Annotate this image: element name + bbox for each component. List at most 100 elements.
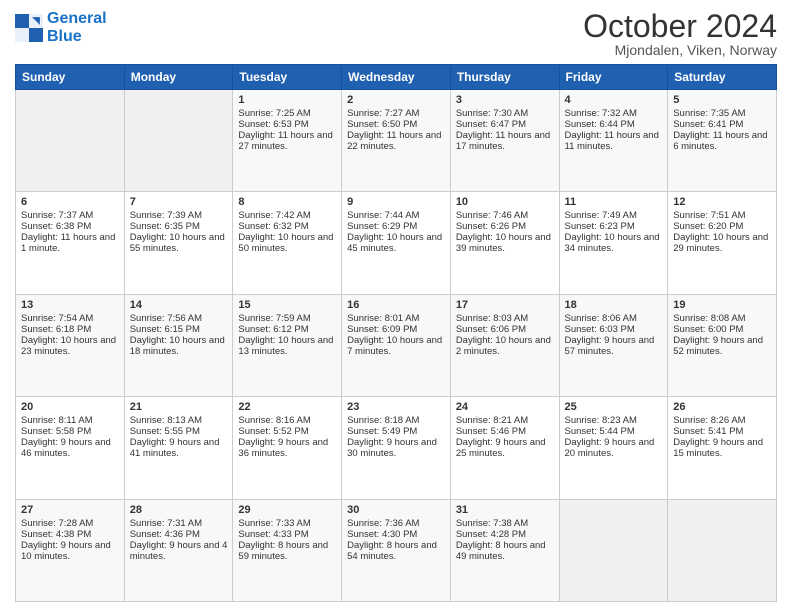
calendar-cell: 2Sunrise: 7:27 AMSunset: 6:50 PMDaylight… — [342, 90, 451, 192]
cell-info: Sunset: 5:44 PM — [565, 426, 663, 437]
day-number: 17 — [456, 299, 554, 311]
title-block: October 2024 Mjondalen, Viken, Norway — [583, 10, 777, 58]
cell-info: Daylight: 10 hours and 2 minutes. — [456, 335, 554, 357]
cell-info: Daylight: 9 hours and 20 minutes. — [565, 437, 663, 459]
cell-info: Sunrise: 7:32 AM — [565, 108, 663, 119]
cell-info: Daylight: 9 hours and 41 minutes. — [130, 437, 228, 459]
day-header-friday: Friday — [559, 65, 668, 90]
calendar-cell: 25Sunrise: 8:23 AMSunset: 5:44 PMDayligh… — [559, 397, 668, 499]
cell-info: Sunrise: 7:36 AM — [347, 518, 445, 529]
cell-info: Daylight: 9 hours and 30 minutes. — [347, 437, 445, 459]
calendar-cell: 4Sunrise: 7:32 AMSunset: 6:44 PMDaylight… — [559, 90, 668, 192]
cell-info: Sunset: 6:50 PM — [347, 119, 445, 130]
day-header-sunday: Sunday — [16, 65, 125, 90]
cell-info: Sunrise: 7:42 AM — [238, 210, 336, 221]
day-number: 9 — [347, 196, 445, 208]
cell-info: Sunrise: 8:18 AM — [347, 415, 445, 426]
calendar-cell: 10Sunrise: 7:46 AMSunset: 6:26 PMDayligh… — [450, 192, 559, 294]
cell-info: Daylight: 11 hours and 1 minute. — [21, 232, 119, 254]
calendar-cell: 12Sunrise: 7:51 AMSunset: 6:20 PMDayligh… — [668, 192, 777, 294]
cell-info: Daylight: 10 hours and 29 minutes. — [673, 232, 771, 254]
cell-info: Sunset: 6:18 PM — [21, 324, 119, 335]
cell-info: Sunset: 5:58 PM — [21, 426, 119, 437]
cell-info: Daylight: 10 hours and 50 minutes. — [238, 232, 336, 254]
cell-info: Sunrise: 8:21 AM — [456, 415, 554, 426]
cell-info: Sunrise: 8:26 AM — [673, 415, 771, 426]
cell-info: Daylight: 10 hours and 55 minutes. — [130, 232, 228, 254]
day-number: 15 — [238, 299, 336, 311]
cell-info: Daylight: 11 hours and 22 minutes. — [347, 130, 445, 152]
day-number: 22 — [238, 401, 336, 413]
cell-info: Sunrise: 7:54 AM — [21, 313, 119, 324]
cell-info: Sunset: 4:36 PM — [130, 529, 228, 540]
day-number: 11 — [565, 196, 663, 208]
cell-info: Sunrise: 8:03 AM — [456, 313, 554, 324]
cell-info: Sunset: 6:12 PM — [238, 324, 336, 335]
calendar-week-row: 13Sunrise: 7:54 AMSunset: 6:18 PMDayligh… — [16, 294, 777, 396]
day-number: 18 — [565, 299, 663, 311]
cell-info: Daylight: 9 hours and 36 minutes. — [238, 437, 336, 459]
day-number: 3 — [456, 94, 554, 106]
cell-info: Sunset: 6:23 PM — [565, 221, 663, 232]
cell-info: Sunrise: 8:01 AM — [347, 313, 445, 324]
month-title: October 2024 — [583, 10, 777, 42]
calendar-cell — [668, 499, 777, 601]
cell-info: Sunset: 6:03 PM — [565, 324, 663, 335]
calendar-cell: 20Sunrise: 8:11 AMSunset: 5:58 PMDayligh… — [16, 397, 125, 499]
cell-info: Daylight: 9 hours and 4 minutes. — [130, 540, 228, 562]
calendar-cell: 27Sunrise: 7:28 AMSunset: 4:38 PMDayligh… — [16, 499, 125, 601]
calendar-cell: 31Sunrise: 7:38 AMSunset: 4:28 PMDayligh… — [450, 499, 559, 601]
day-number: 31 — [456, 504, 554, 516]
calendar-cell: 17Sunrise: 8:03 AMSunset: 6:06 PMDayligh… — [450, 294, 559, 396]
calendar-cell: 21Sunrise: 8:13 AMSunset: 5:55 PMDayligh… — [124, 397, 233, 499]
calendar-cell: 13Sunrise: 7:54 AMSunset: 6:18 PMDayligh… — [16, 294, 125, 396]
cell-info: Sunrise: 7:25 AM — [238, 108, 336, 119]
cell-info: Daylight: 10 hours and 45 minutes. — [347, 232, 445, 254]
cell-info: Sunset: 6:32 PM — [238, 221, 336, 232]
cell-info: Sunset: 4:38 PM — [21, 529, 119, 540]
cell-info: Sunrise: 7:49 AM — [565, 210, 663, 221]
day-header-saturday: Saturday — [668, 65, 777, 90]
cell-info: Sunrise: 7:56 AM — [130, 313, 228, 324]
calendar-cell: 24Sunrise: 8:21 AMSunset: 5:46 PMDayligh… — [450, 397, 559, 499]
cell-info: Sunset: 5:41 PM — [673, 426, 771, 437]
day-number: 20 — [21, 401, 119, 413]
calendar-cell: 9Sunrise: 7:44 AMSunset: 6:29 PMDaylight… — [342, 192, 451, 294]
cell-info: Sunrise: 8:08 AM — [673, 313, 771, 324]
page: General Blue October 2024 Mjondalen, Vik… — [0, 0, 792, 612]
cell-info: Sunrise: 8:23 AM — [565, 415, 663, 426]
cell-info: Sunrise: 7:37 AM — [21, 210, 119, 221]
day-header-thursday: Thursday — [450, 65, 559, 90]
day-number: 8 — [238, 196, 336, 208]
cell-info: Sunrise: 8:11 AM — [21, 415, 119, 426]
day-number: 4 — [565, 94, 663, 106]
cell-info: Sunset: 6:20 PM — [673, 221, 771, 232]
cell-info: Daylight: 9 hours and 25 minutes. — [456, 437, 554, 459]
cell-info: Sunrise: 7:35 AM — [673, 108, 771, 119]
calendar-cell: 14Sunrise: 7:56 AMSunset: 6:15 PMDayligh… — [124, 294, 233, 396]
cell-info: Sunset: 6:53 PM — [238, 119, 336, 130]
cell-info: Daylight: 8 hours and 49 minutes. — [456, 540, 554, 562]
calendar-table: SundayMondayTuesdayWednesdayThursdayFrid… — [15, 64, 777, 602]
cell-info: Daylight: 11 hours and 11 minutes. — [565, 130, 663, 152]
calendar-cell: 29Sunrise: 7:33 AMSunset: 4:33 PMDayligh… — [233, 499, 342, 601]
day-number: 7 — [130, 196, 228, 208]
calendar-cell: 19Sunrise: 8:08 AMSunset: 6:00 PMDayligh… — [668, 294, 777, 396]
calendar-cell: 23Sunrise: 8:18 AMSunset: 5:49 PMDayligh… — [342, 397, 451, 499]
day-number: 26 — [673, 401, 771, 413]
cell-info: Sunrise: 7:44 AM — [347, 210, 445, 221]
cell-info: Sunrise: 7:31 AM — [130, 518, 228, 529]
cell-info: Daylight: 11 hours and 17 minutes. — [456, 130, 554, 152]
cell-info: Sunrise: 7:33 AM — [238, 518, 336, 529]
day-number: 16 — [347, 299, 445, 311]
calendar-cell: 5Sunrise: 7:35 AMSunset: 6:41 PMDaylight… — [668, 90, 777, 192]
calendar-header-row: SundayMondayTuesdayWednesdayThursdayFrid… — [16, 65, 777, 90]
cell-info: Daylight: 11 hours and 27 minutes. — [238, 130, 336, 152]
cell-info: Sunset: 6:00 PM — [673, 324, 771, 335]
day-number: 12 — [673, 196, 771, 208]
day-number: 1 — [238, 94, 336, 106]
calendar-cell — [559, 499, 668, 601]
calendar-week-row: 1Sunrise: 7:25 AMSunset: 6:53 PMDaylight… — [16, 90, 777, 192]
day-number: 28 — [130, 504, 228, 516]
cell-info: Sunset: 6:15 PM — [130, 324, 228, 335]
